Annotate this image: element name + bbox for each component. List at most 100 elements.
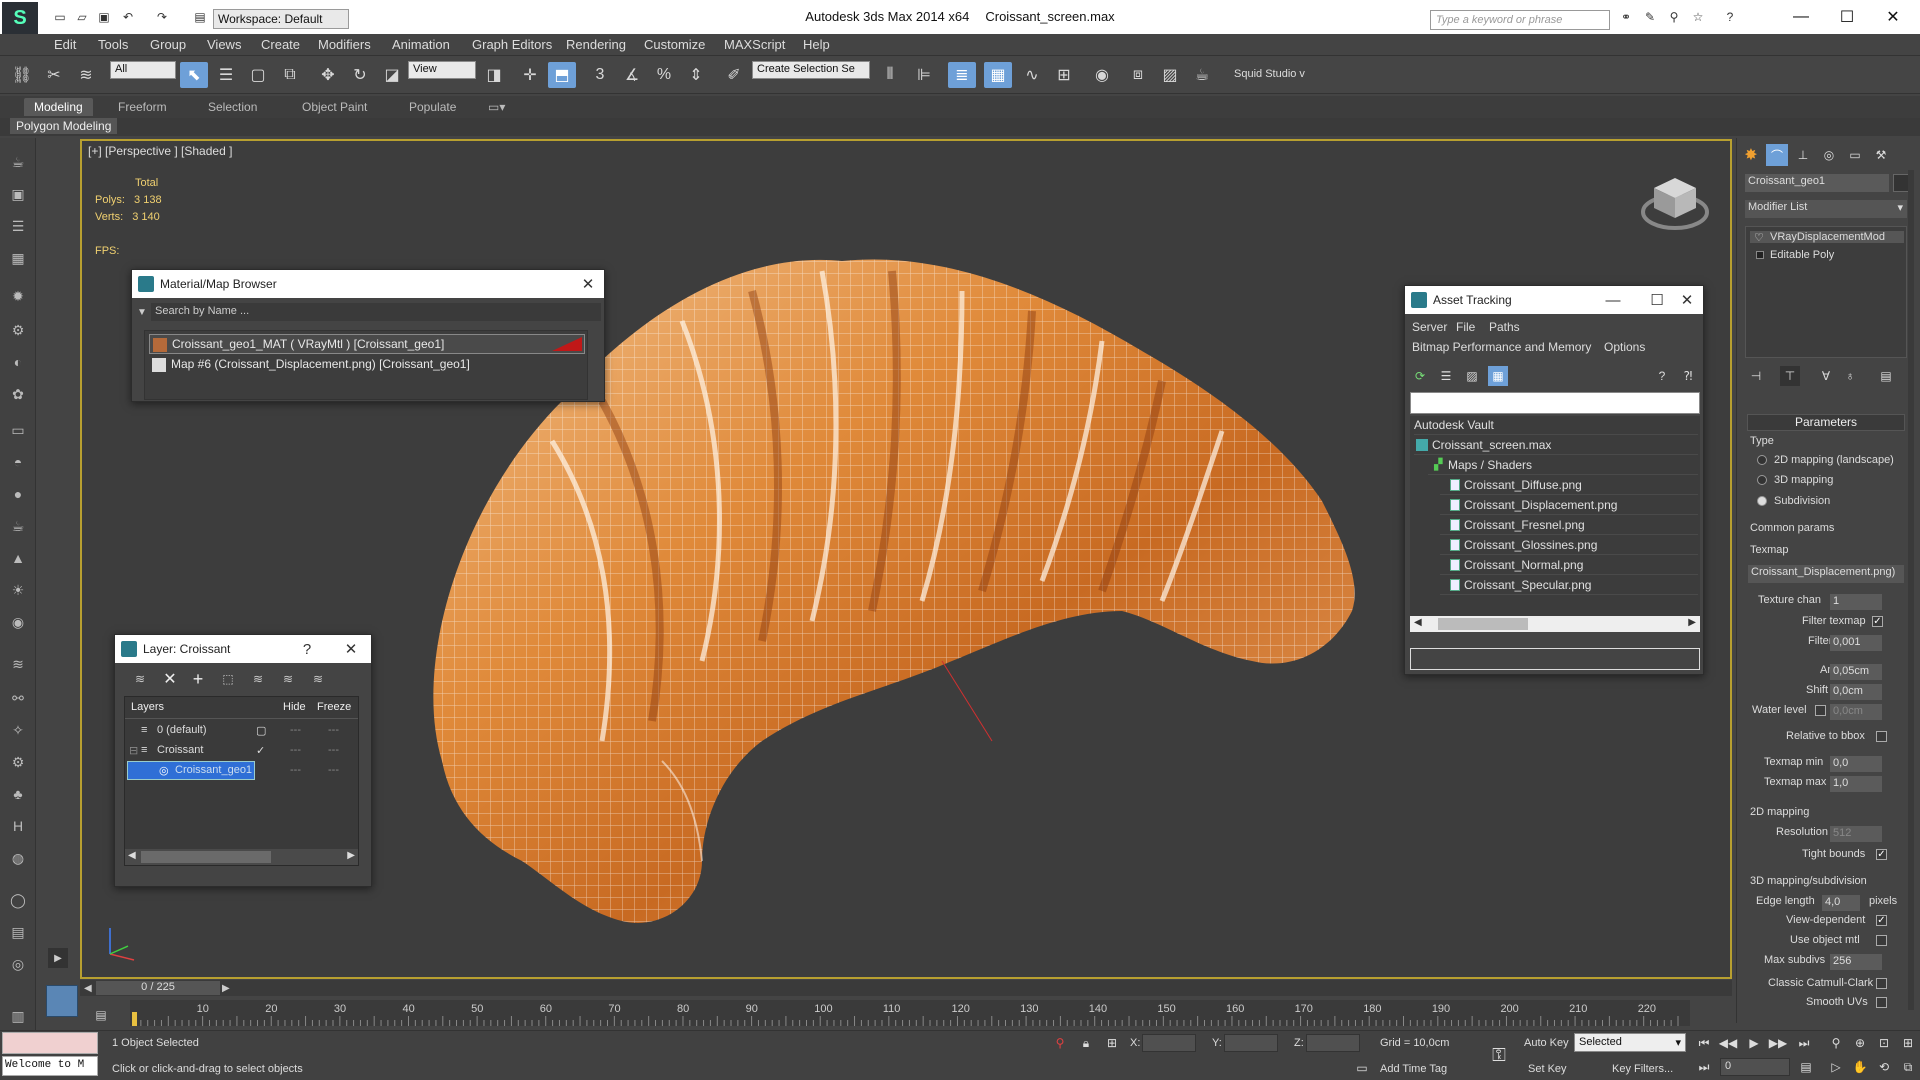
track-bar[interactable]: 10 20 30 40 50 60 70 80 90 100 110 120 130 140 150 160 1… bbox=[130, 1000, 1690, 1026]
select-in-layer-icon[interactable]: ⬚ bbox=[218, 669, 238, 689]
help-search-input[interactable]: Type a keyword or phrase bbox=[1430, 10, 1610, 30]
table-view-icon[interactable]: ▦ bbox=[1488, 366, 1508, 386]
earth-icon[interactable]: ◎ bbox=[6, 952, 30, 976]
menu-create[interactable]: Create bbox=[261, 37, 300, 52]
named-selection-dropdown[interactable]: Create Selection Se bbox=[752, 61, 870, 79]
max-subdivs-spinner[interactable]: 256 bbox=[1830, 954, 1882, 970]
gizmo-icon[interactable]: ◐ bbox=[6, 350, 30, 374]
window-crossing-icon[interactable]: ⧉ bbox=[276, 62, 304, 88]
layer-manager-icon[interactable]: ≣ bbox=[948, 62, 976, 88]
asset-menu-options[interactable]: Options bbox=[1604, 340, 1645, 354]
active-checkmark-icon[interactable]: ✓ bbox=[256, 744, 265, 757]
add-time-tag[interactable]: Add Time Tag bbox=[1380, 1063, 1447, 1075]
water-level-checkbox[interactable] bbox=[1815, 705, 1826, 716]
goto-end-icon[interactable]: ⏭ bbox=[1794, 1034, 1814, 1052]
selection-filter-dropdown[interactable]: All bbox=[110, 61, 176, 79]
map-list-item[interactable]: Map #6 (Croissant_Displacement.png) [Cro… bbox=[149, 355, 470, 375]
pin-stack-icon[interactable]: ⊣ bbox=[1746, 366, 1766, 386]
asset-whats-this-icon[interactable]: ⁈ bbox=[1678, 366, 1698, 386]
tab-modeling[interactable]: Modeling bbox=[24, 98, 93, 116]
stack-expand-icon[interactable] bbox=[1756, 251, 1764, 259]
scale-icon[interactable]: ◪ bbox=[378, 62, 406, 88]
edit-named-selection-icon[interactable]: ✐ bbox=[720, 62, 748, 88]
curve-editor-icon[interactable]: ∿ bbox=[1018, 62, 1046, 88]
play-icon[interactable]: ▶ bbox=[1744, 1034, 1764, 1052]
prev-frame-icon[interactable]: ◀◀ bbox=[1718, 1034, 1738, 1052]
info-icon[interactable]: ▥ bbox=[6, 1004, 30, 1028]
asset-help-icon[interactable]: ? bbox=[1652, 366, 1672, 386]
help-icon[interactable]: ? bbox=[1722, 10, 1738, 24]
shift-spinner[interactable]: 0,0cm bbox=[1830, 684, 1882, 700]
material-browser-close-icon[interactable]: ✕ bbox=[576, 273, 600, 295]
plane-icon[interactable]: ▭ bbox=[6, 418, 30, 442]
create-tab-icon[interactable]: ✸ bbox=[1740, 144, 1762, 166]
motion-tab-icon[interactable]: ◎ bbox=[1818, 144, 1840, 166]
asset-row[interactable]: Autodesk Vault bbox=[1414, 416, 1698, 435]
plant-icon[interactable]: ♣ bbox=[6, 782, 30, 806]
water-level-spinner[interactable]: 0,0cm bbox=[1830, 704, 1882, 720]
light-icon[interactable]: ✹ bbox=[6, 284, 30, 308]
favorites-star-icon[interactable]: ☆ bbox=[1690, 10, 1706, 24]
hide-all-icon[interactable]: ≋ bbox=[278, 669, 298, 689]
command-panel-scrollbar[interactable] bbox=[1908, 170, 1914, 1010]
minimize-button[interactable]: — bbox=[1778, 4, 1824, 30]
select-object-icon[interactable]: ⬉ bbox=[180, 62, 208, 88]
time-slider-next-icon[interactable]: ▶ bbox=[222, 983, 230, 994]
unlink-icon[interactable]: ✂ bbox=[40, 62, 68, 88]
connect-icon[interactable]: ⚯ bbox=[6, 686, 30, 710]
asset-menu-server[interactable]: Server bbox=[1412, 320, 1447, 334]
z-coord-field[interactable] bbox=[1306, 1034, 1360, 1052]
new-file-icon[interactable]: ▭ bbox=[52, 10, 68, 24]
asset-horizontal-scrollbar[interactable]: ◀ ▶ bbox=[1410, 616, 1700, 632]
freeze-all-icon[interactable]: ≋ bbox=[308, 669, 328, 689]
maximize-button[interactable]: ☐ bbox=[1824, 4, 1870, 30]
render-setup-icon[interactable]: ⧈ bbox=[1124, 62, 1152, 88]
menu-graph-editors[interactable]: Graph Editors bbox=[472, 37, 552, 52]
layer-help-button[interactable]: ? bbox=[295, 638, 319, 660]
layer-row[interactable]: ≡ 0 (default) ▢ --- --- bbox=[125, 721, 358, 741]
view-dependent-checkbox[interactable]: ✓ bbox=[1876, 915, 1887, 926]
schematic-view-icon[interactable]: ⊞ bbox=[1050, 62, 1078, 88]
object-name-input[interactable]: Croissant_geo1 bbox=[1745, 174, 1889, 192]
absolute-mode-icon[interactable]: ⊞ bbox=[1104, 1034, 1120, 1052]
layer-horizontal-scrollbar[interactable]: ◀ ▶ bbox=[125, 849, 358, 865]
zoom-extents-all-icon[interactable]: ⊞ bbox=[1898, 1034, 1918, 1052]
parameters-rollout[interactable]: Parameters bbox=[1747, 414, 1905, 431]
render-icon[interactable]: ▤ bbox=[6, 920, 30, 944]
mirror-icon[interactable]: ⫴ bbox=[876, 62, 904, 88]
radio-subdivision[interactable] bbox=[1757, 496, 1767, 506]
asset-row[interactable]: Croissant_Fresnel.png bbox=[1440, 516, 1698, 535]
link-icon[interactable]: ⛓ bbox=[8, 62, 36, 88]
viewport-layout-icon[interactable] bbox=[46, 985, 78, 1017]
menu-help[interactable]: Help bbox=[803, 37, 830, 52]
app-logo-icon[interactable]: S bbox=[2, 2, 38, 34]
tab-populate[interactable]: Populate bbox=[409, 100, 456, 114]
align-icon[interactable]: ⊫ bbox=[910, 62, 938, 88]
texmap-min-spinner[interactable]: 0,0 bbox=[1830, 756, 1882, 772]
tight-bounds-checkbox[interactable]: ✓ bbox=[1876, 849, 1887, 860]
menu-customize[interactable]: Customize bbox=[644, 37, 705, 52]
display-tab-icon[interactable]: ▭ bbox=[1844, 144, 1866, 166]
texture-chan-spinner[interactable]: 1 bbox=[1830, 594, 1882, 610]
key-mode-icon[interactable]: ⏭ bbox=[1694, 1058, 1714, 1076]
time-slider-prev-icon[interactable]: ◀ bbox=[84, 983, 92, 994]
asset-row[interactable]: Croissant_Diffuse.png bbox=[1440, 476, 1698, 495]
asset-row[interactable]: Croissant_Normal.png bbox=[1440, 556, 1698, 575]
modifier-stack-item[interactable]: Editable Poly bbox=[1750, 249, 1834, 261]
radio-3d-mapping[interactable] bbox=[1757, 475, 1767, 485]
binoculars-icon[interactable]: ⚭ bbox=[1618, 10, 1634, 24]
bind-spacewarp-icon[interactable]: ≋ bbox=[72, 62, 100, 88]
list-view-icon[interactable]: ☰ bbox=[1436, 366, 1456, 386]
grid-icon[interactable]: ▦ bbox=[6, 246, 30, 270]
redo-icon[interactable]: ↷ bbox=[154, 10, 170, 24]
menu-edit[interactable]: Edit bbox=[54, 37, 76, 52]
collapse-icon[interactable]: ⊟ bbox=[129, 744, 138, 757]
layer-icon[interactable]: ▣ bbox=[6, 182, 30, 206]
filter-texmap-checkbox[interactable]: ✓ bbox=[1872, 616, 1883, 627]
utilities-tab-icon[interactable]: ⚒ bbox=[1870, 144, 1892, 166]
workspace-dropdown[interactable]: Workspace: Default bbox=[213, 9, 349, 29]
material-list-item[interactable]: Croissant_geo1_MAT ( VRayMtl ) [Croissan… bbox=[149, 334, 585, 354]
hair-icon[interactable]: H bbox=[6, 814, 30, 838]
create-layer-icon[interactable]: ≋ bbox=[130, 669, 150, 689]
smooth-uvs-checkbox[interactable] bbox=[1876, 997, 1887, 1008]
